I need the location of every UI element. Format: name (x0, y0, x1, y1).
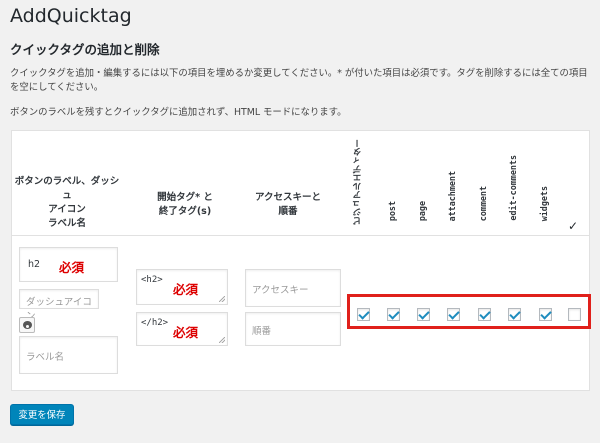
quicktag-table: ボタンのラベル、ダッシュ アイコン ラベル名 開始タグ* と 終了タグ(s) ア… (11, 130, 591, 391)
access-header-line2: 順番 (278, 206, 298, 217)
label-name-placeholder: ラベル名 (26, 352, 65, 363)
header-edit-comments: edit-comments (508, 155, 518, 221)
label-header-line2: アイコン (48, 204, 86, 215)
resize-handle-icon[interactable] (219, 296, 225, 302)
checkbox-widgets[interactable] (539, 308, 552, 321)
checkbox-comment[interactable] (478, 308, 491, 321)
dashicon-placeholder: ダッシュアイコン (26, 297, 92, 322)
tag-header-line2: 終了タグ(s) (158, 206, 212, 217)
header-all-check-icon: ✓ (568, 219, 579, 233)
header-comment: comment (478, 186, 488, 222)
button-label-field[interactable]: h2 必須 (19, 247, 118, 282)
header-divider (12, 235, 589, 236)
description-note: ボタンのラベルを残すとクイックタグに追加されず、HTML モードになります。 (10, 107, 347, 118)
checkbox-visual-editor[interactable] (357, 308, 370, 321)
checkbox-attachment[interactable] (447, 308, 460, 321)
label-name-field[interactable]: ラベル名 (19, 336, 118, 374)
end-tag-required: 必須 (173, 325, 199, 340)
start-tag-required: 必須 (173, 282, 199, 297)
label-header-line1: ボタンのラベル、ダッシュ (14, 176, 120, 201)
header-page: page (417, 201, 427, 222)
start-tag-field[interactable]: <h2> 必須 (136, 269, 228, 305)
resize-handle-icon[interactable] (219, 337, 225, 343)
access-key-field[interactable]: アクセスキー (245, 269, 341, 307)
description-text: クイックタグを追加・編集するには以下の項目を埋めるか変更してください。* が付い… (10, 68, 588, 93)
tag-header-line1: 開始タグ* と (157, 192, 213, 203)
access-key-placeholder: アクセスキー (252, 285, 309, 296)
header-visual-editor: ビジュアルエディター (353, 139, 363, 225)
access-column-header: アクセスキーと 順番 (238, 191, 338, 219)
checkbox-highlight-frame (347, 294, 591, 329)
label-header-line3: ラベル名 (47, 218, 86, 229)
end-tag-value: </h2> (141, 318, 169, 328)
start-tag-value: <h2> (141, 275, 163, 285)
dashicon-field[interactable]: ダッシュアイコン (19, 289, 99, 322)
label-column-header: ボタンのラベル、ダッシュ アイコン ラベル名 (12, 175, 122, 231)
header-widgets: widgets (539, 186, 549, 222)
checkbox-page[interactable] (417, 308, 430, 321)
checkbox-edit-comments[interactable] (508, 308, 521, 321)
access-header-line1: アクセスキーと (254, 192, 322, 203)
section-title: クイックタグの追加と削除 (10, 42, 160, 57)
checkbox-all[interactable] (568, 308, 581, 321)
tag-column-header: 開始タグ* と 終了タグ(s) (130, 191, 240, 219)
header-post: post (387, 201, 397, 222)
dashicon-picker-icon[interactable] (19, 317, 35, 333)
end-tag-field[interactable]: </h2> 必須 (136, 312, 228, 346)
checkbox-post[interactable] (387, 308, 400, 321)
button-label-value: h2 (28, 259, 41, 270)
order-placeholder: 順番 (252, 326, 272, 337)
button-label-required: 必須 (59, 260, 85, 275)
order-field[interactable]: 順番 (245, 312, 341, 346)
save-changes-button[interactable]: 変更を保存 (10, 404, 74, 425)
header-attachment: attachment (447, 171, 457, 222)
app-title: AddQuicktag (10, 5, 132, 27)
